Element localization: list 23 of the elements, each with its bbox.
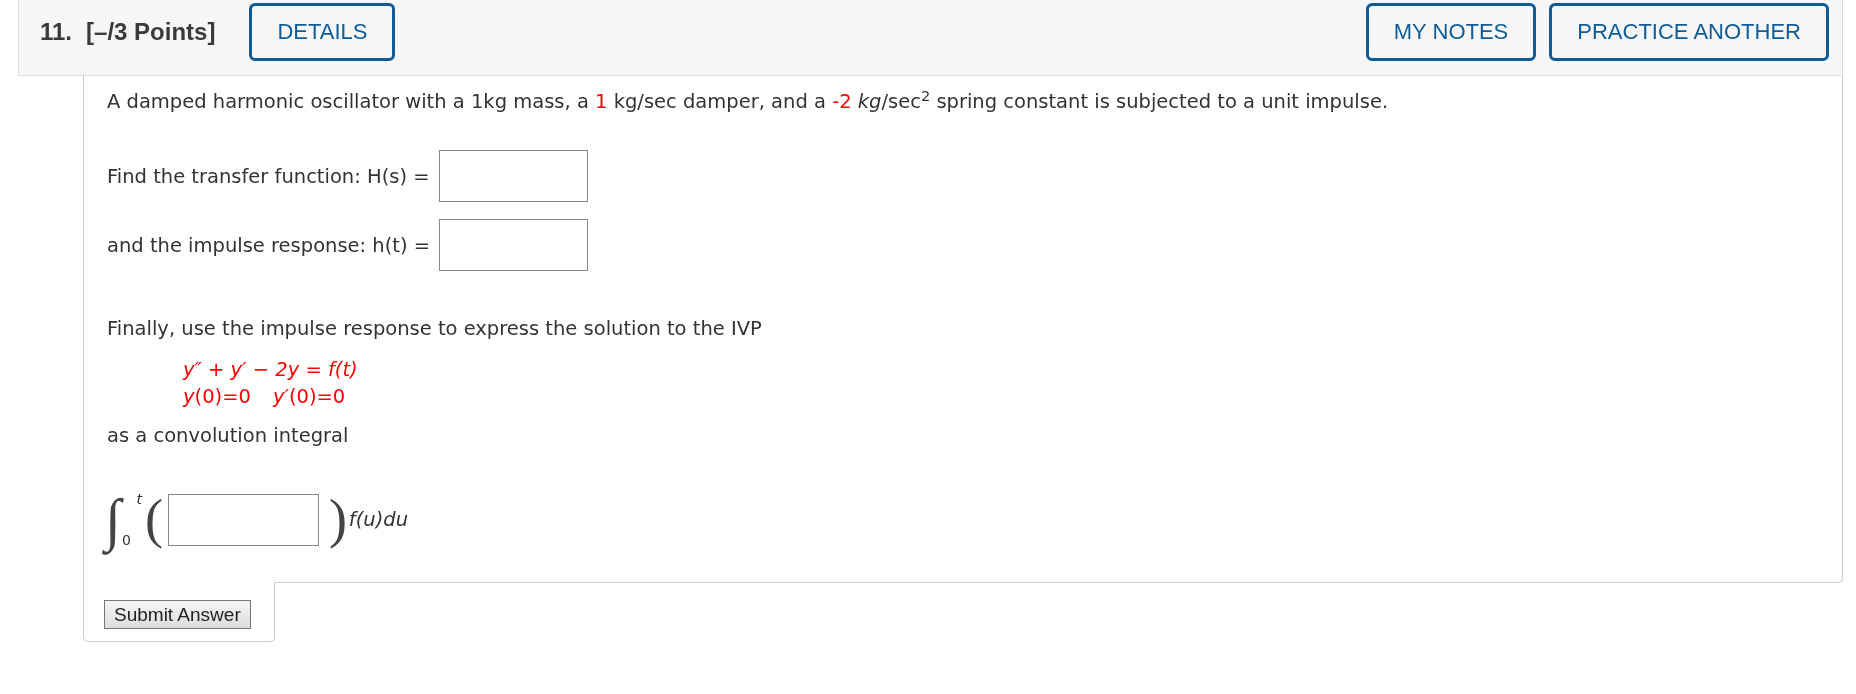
instruction-text: Finally, use the impulse response to express the solution to the IVP (107, 316, 763, 342)
my-notes-button[interactable]: MY NOTES (1365, 3, 1537, 61)
practice-another-button[interactable]: PRACTICE ANOTHER (1549, 3, 1829, 61)
left-parenthesis: ( (144, 491, 163, 548)
differential-equation: y″ + y′ − 2y = f(t) (183, 357, 358, 383)
upper-limit: t (135, 491, 142, 507)
details-button[interactable]: DETAILS (249, 3, 396, 61)
question-number: 11. (40, 17, 73, 47)
instruction-text: as a convolution integral (107, 423, 350, 449)
lower-limit: 0 (121, 532, 132, 548)
points-label: [–/3 Points] (86, 17, 216, 47)
right-parenthesis: ) (328, 491, 347, 548)
answer-field[interactable] (438, 150, 588, 202)
integrand-factor: f(u)du (348, 507, 409, 533)
answer-label: Find the transfer function: H(s) = (107, 163, 430, 190)
initial-condition: y(0)=0 (183, 384, 251, 410)
initial-condition: y′(0)=0 (272, 384, 346, 410)
submit-button[interactable]: Submit Answer (104, 600, 251, 629)
integral-sign: ∫ (101, 479, 122, 560)
answer-label: and the impulse response: h(t) = (107, 232, 431, 259)
question-text: A damped harmonic oscillator with a 1kg mass, a 1 kg/sec damper, and a -2 kg/sec$^{2}$ spring constant is subjected to a unit impulse. (107, 88, 1390, 115)
answer-field[interactable] (439, 219, 589, 271)
integrand-field[interactable] (167, 493, 319, 546)
